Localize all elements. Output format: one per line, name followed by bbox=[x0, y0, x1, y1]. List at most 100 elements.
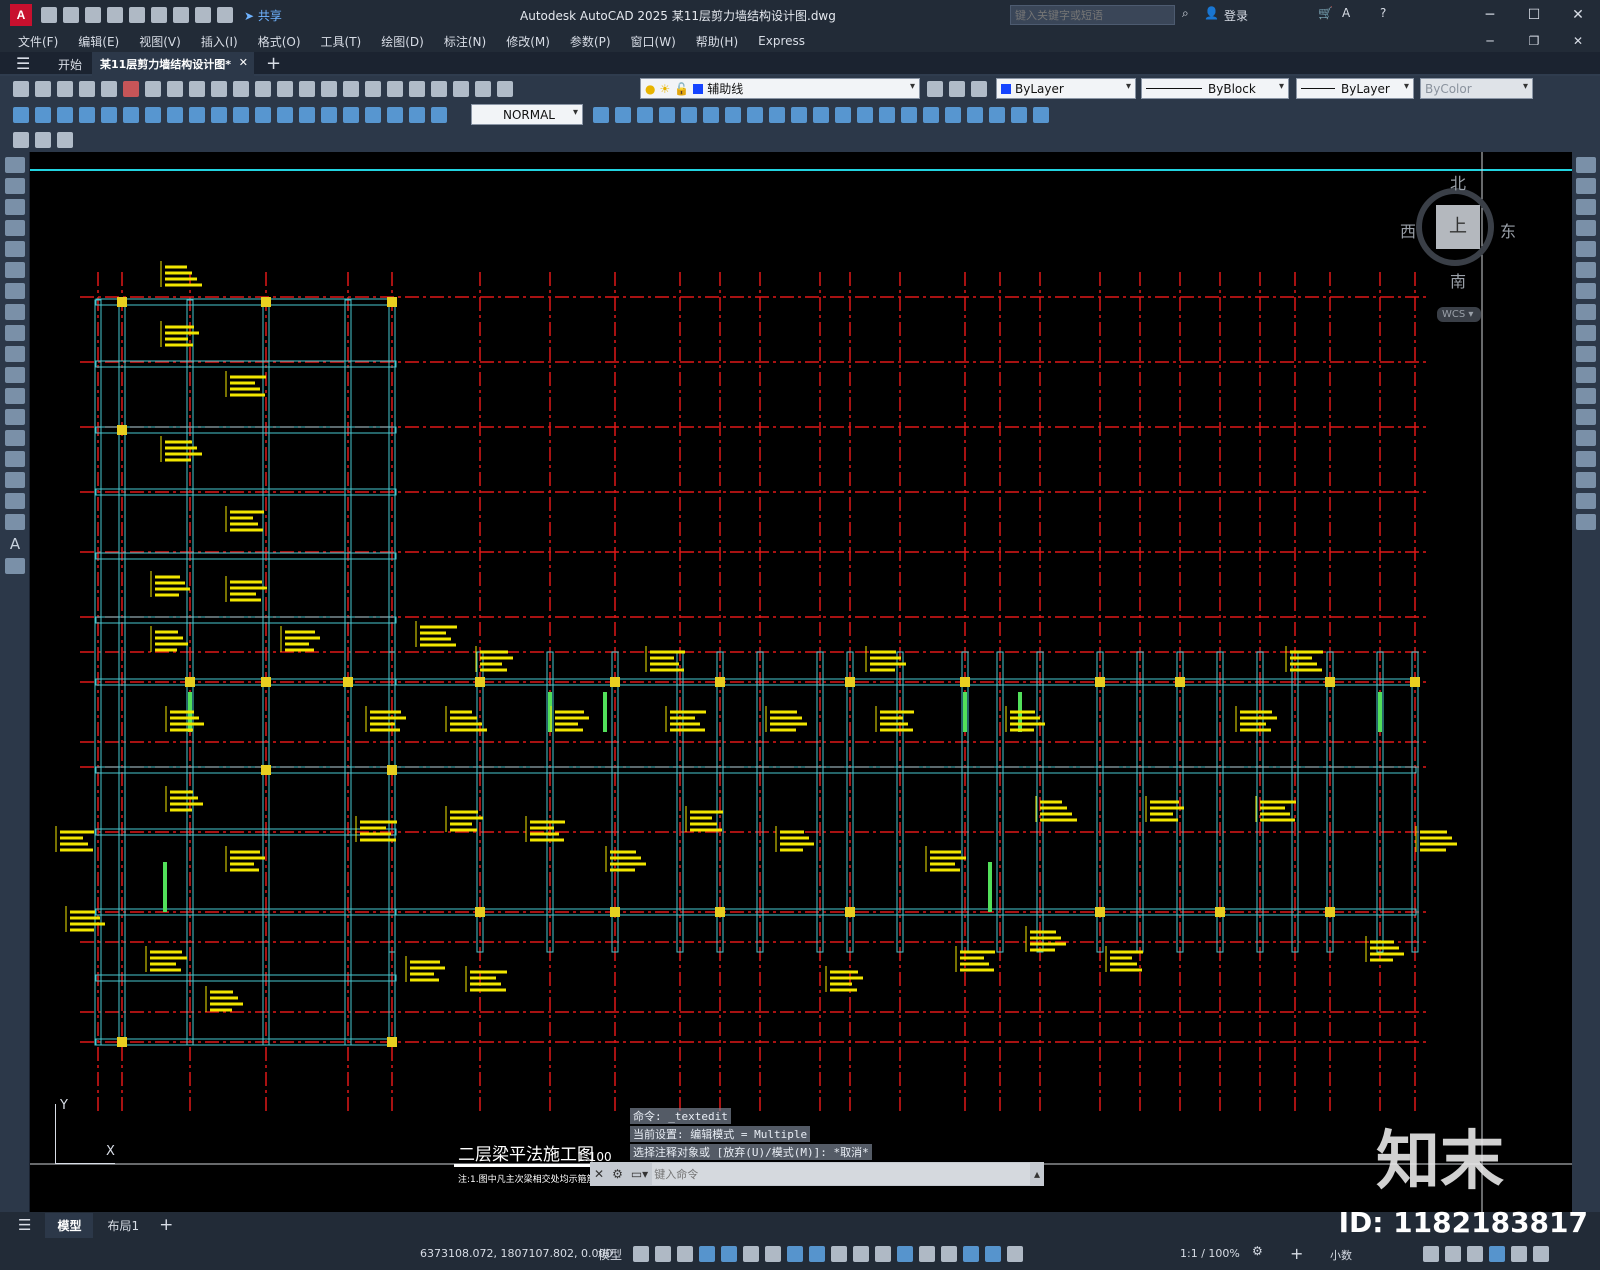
gizmo-icon[interactable] bbox=[963, 1246, 979, 1262]
point-icon[interactable] bbox=[5, 430, 25, 446]
match-prop-icon[interactable] bbox=[211, 81, 227, 97]
extrude-face-icon[interactable] bbox=[923, 107, 939, 123]
viewcube-west[interactable]: 西 bbox=[1400, 218, 1416, 242]
jogged-icon[interactable] bbox=[123, 107, 139, 123]
continue-icon[interactable] bbox=[233, 107, 249, 123]
extend-icon[interactable] bbox=[1576, 367, 1596, 383]
doc-restore-button[interactable]: ❐ bbox=[1512, 34, 1556, 48]
menu-express[interactable]: Express bbox=[748, 34, 815, 48]
close-command-icon[interactable]: ✕ bbox=[594, 1167, 604, 1181]
command-recent-icon[interactable]: ▴ bbox=[1034, 1167, 1040, 1181]
dim-update-icon[interactable] bbox=[431, 107, 447, 123]
dim-edit-icon[interactable] bbox=[387, 107, 403, 123]
union-icon[interactable] bbox=[857, 107, 873, 123]
paste-icon[interactable] bbox=[189, 81, 205, 97]
move-face-icon[interactable] bbox=[945, 107, 961, 123]
blend-icon[interactable] bbox=[1576, 493, 1596, 509]
mtext-icon[interactable]: A bbox=[5, 535, 25, 553]
zoom-window-icon[interactable] bbox=[321, 81, 337, 97]
properties-icon[interactable] bbox=[365, 81, 381, 97]
inspection-icon[interactable] bbox=[343, 107, 359, 123]
layer-state-icon[interactable] bbox=[971, 81, 987, 97]
redo-icon[interactable] bbox=[217, 7, 233, 23]
infer-constraints-icon[interactable] bbox=[677, 1246, 693, 1262]
lock-ui-icon[interactable] bbox=[1445, 1246, 1461, 1262]
linear-dim-icon[interactable] bbox=[13, 107, 29, 123]
menu-edit[interactable]: 编辑(E) bbox=[68, 33, 129, 50]
selection-cycling-icon[interactable] bbox=[875, 1246, 891, 1262]
save-icon[interactable] bbox=[85, 7, 101, 23]
hatch-icon[interactable] bbox=[5, 451, 25, 467]
polygon-icon[interactable] bbox=[5, 220, 25, 236]
menu-draw[interactable]: 绘图(D) bbox=[371, 33, 434, 50]
search-icon[interactable]: ⌕ bbox=[1182, 6, 1189, 21]
extrude-icon[interactable] bbox=[747, 107, 763, 123]
redo-icon-2[interactable] bbox=[255, 81, 271, 97]
baseline-icon[interactable] bbox=[211, 107, 227, 123]
tolerance-icon[interactable] bbox=[299, 107, 315, 123]
selection-filter-icon[interactable] bbox=[941, 1246, 957, 1262]
spline-icon[interactable] bbox=[5, 325, 25, 341]
layer-previous-icon[interactable] bbox=[949, 81, 965, 97]
arc-length-icon[interactable] bbox=[57, 107, 73, 123]
hamburger-icon[interactable]: ☰ bbox=[16, 54, 30, 73]
viewcube-face[interactable]: 上 bbox=[1436, 205, 1480, 249]
linetype-combo[interactable]: ByBlock ▾ bbox=[1141, 78, 1289, 99]
menu-tools[interactable]: 工具(T) bbox=[311, 33, 372, 50]
plot-icon[interactable] bbox=[173, 7, 189, 23]
rotate-icon[interactable] bbox=[1576, 283, 1596, 299]
publish-icon[interactable] bbox=[123, 81, 139, 97]
transparency-icon[interactable] bbox=[853, 1246, 869, 1262]
customization-icon[interactable] bbox=[1533, 1246, 1549, 1262]
rectangle-icon[interactable] bbox=[5, 241, 25, 257]
fillet-icon[interactable] bbox=[1576, 472, 1596, 488]
clean-screen-icon[interactable] bbox=[1511, 1246, 1527, 1262]
stretch-icon[interactable] bbox=[1576, 325, 1596, 341]
gradient-icon[interactable] bbox=[5, 472, 25, 488]
copy-icon[interactable] bbox=[167, 81, 183, 97]
layer-properties-icon[interactable] bbox=[497, 81, 513, 97]
menu-format[interactable]: 格式(O) bbox=[248, 33, 311, 50]
menu-window[interactable]: 窗口(W) bbox=[621, 33, 686, 50]
undo-icon[interactable] bbox=[195, 7, 211, 23]
join-icon[interactable] bbox=[1576, 430, 1596, 446]
wedge-icon[interactable] bbox=[703, 107, 719, 123]
search-input[interactable] bbox=[1010, 5, 1175, 25]
offset-icon[interactable] bbox=[1576, 220, 1596, 236]
move-icon[interactable] bbox=[1576, 262, 1596, 278]
erase-icon[interactable] bbox=[1576, 157, 1596, 173]
minimize-button[interactable]: ─ bbox=[1468, 7, 1512, 23]
viewcube-east[interactable]: 东 bbox=[1500, 218, 1516, 242]
help-icon[interactable]: ? bbox=[1380, 6, 1386, 20]
command-input[interactable] bbox=[652, 1163, 1030, 1185]
slice-icon[interactable] bbox=[791, 107, 807, 123]
torus-icon[interactable] bbox=[725, 107, 741, 123]
save-icon-2[interactable] bbox=[57, 81, 73, 97]
annotation-visibility-icon[interactable] bbox=[985, 1246, 1001, 1262]
snap-icon[interactable] bbox=[655, 1246, 671, 1262]
autodesk-app-icon[interactable]: A bbox=[1342, 6, 1350, 20]
section-icon[interactable] bbox=[813, 107, 829, 123]
cart-icon[interactable]: 🛒 bbox=[1318, 6, 1333, 20]
scale-icon[interactable] bbox=[1576, 304, 1596, 320]
command-prompt-icon[interactable]: ▭▾ bbox=[631, 1167, 648, 1181]
arc-icon[interactable] bbox=[5, 262, 25, 278]
help-icon-2[interactable] bbox=[475, 81, 491, 97]
viewcube[interactable]: 上 北 南 西 东 bbox=[1400, 170, 1516, 291]
block-editor-icon[interactable] bbox=[13, 132, 29, 148]
ellipse-arc-icon[interactable] bbox=[5, 367, 25, 383]
offset-face-icon[interactable] bbox=[967, 107, 983, 123]
quick-properties-icon[interactable] bbox=[1423, 1246, 1439, 1262]
ellipse-icon[interactable] bbox=[5, 346, 25, 362]
layout-list-icon[interactable]: ☰ bbox=[18, 1216, 31, 1234]
doc-close-button[interactable]: ✕ bbox=[1556, 34, 1600, 48]
new-file-icon[interactable] bbox=[41, 7, 57, 23]
isolate-objects-icon[interactable] bbox=[1467, 1246, 1483, 1262]
explode-icon[interactable] bbox=[1576, 514, 1596, 530]
preview-icon[interactable] bbox=[101, 81, 117, 97]
box-icon[interactable] bbox=[615, 107, 631, 123]
dim-space-icon[interactable] bbox=[255, 107, 271, 123]
dynamic-input-icon[interactable] bbox=[699, 1246, 715, 1262]
calculator-icon[interactable] bbox=[453, 81, 469, 97]
object-snap-tracking-icon[interactable] bbox=[787, 1246, 803, 1262]
